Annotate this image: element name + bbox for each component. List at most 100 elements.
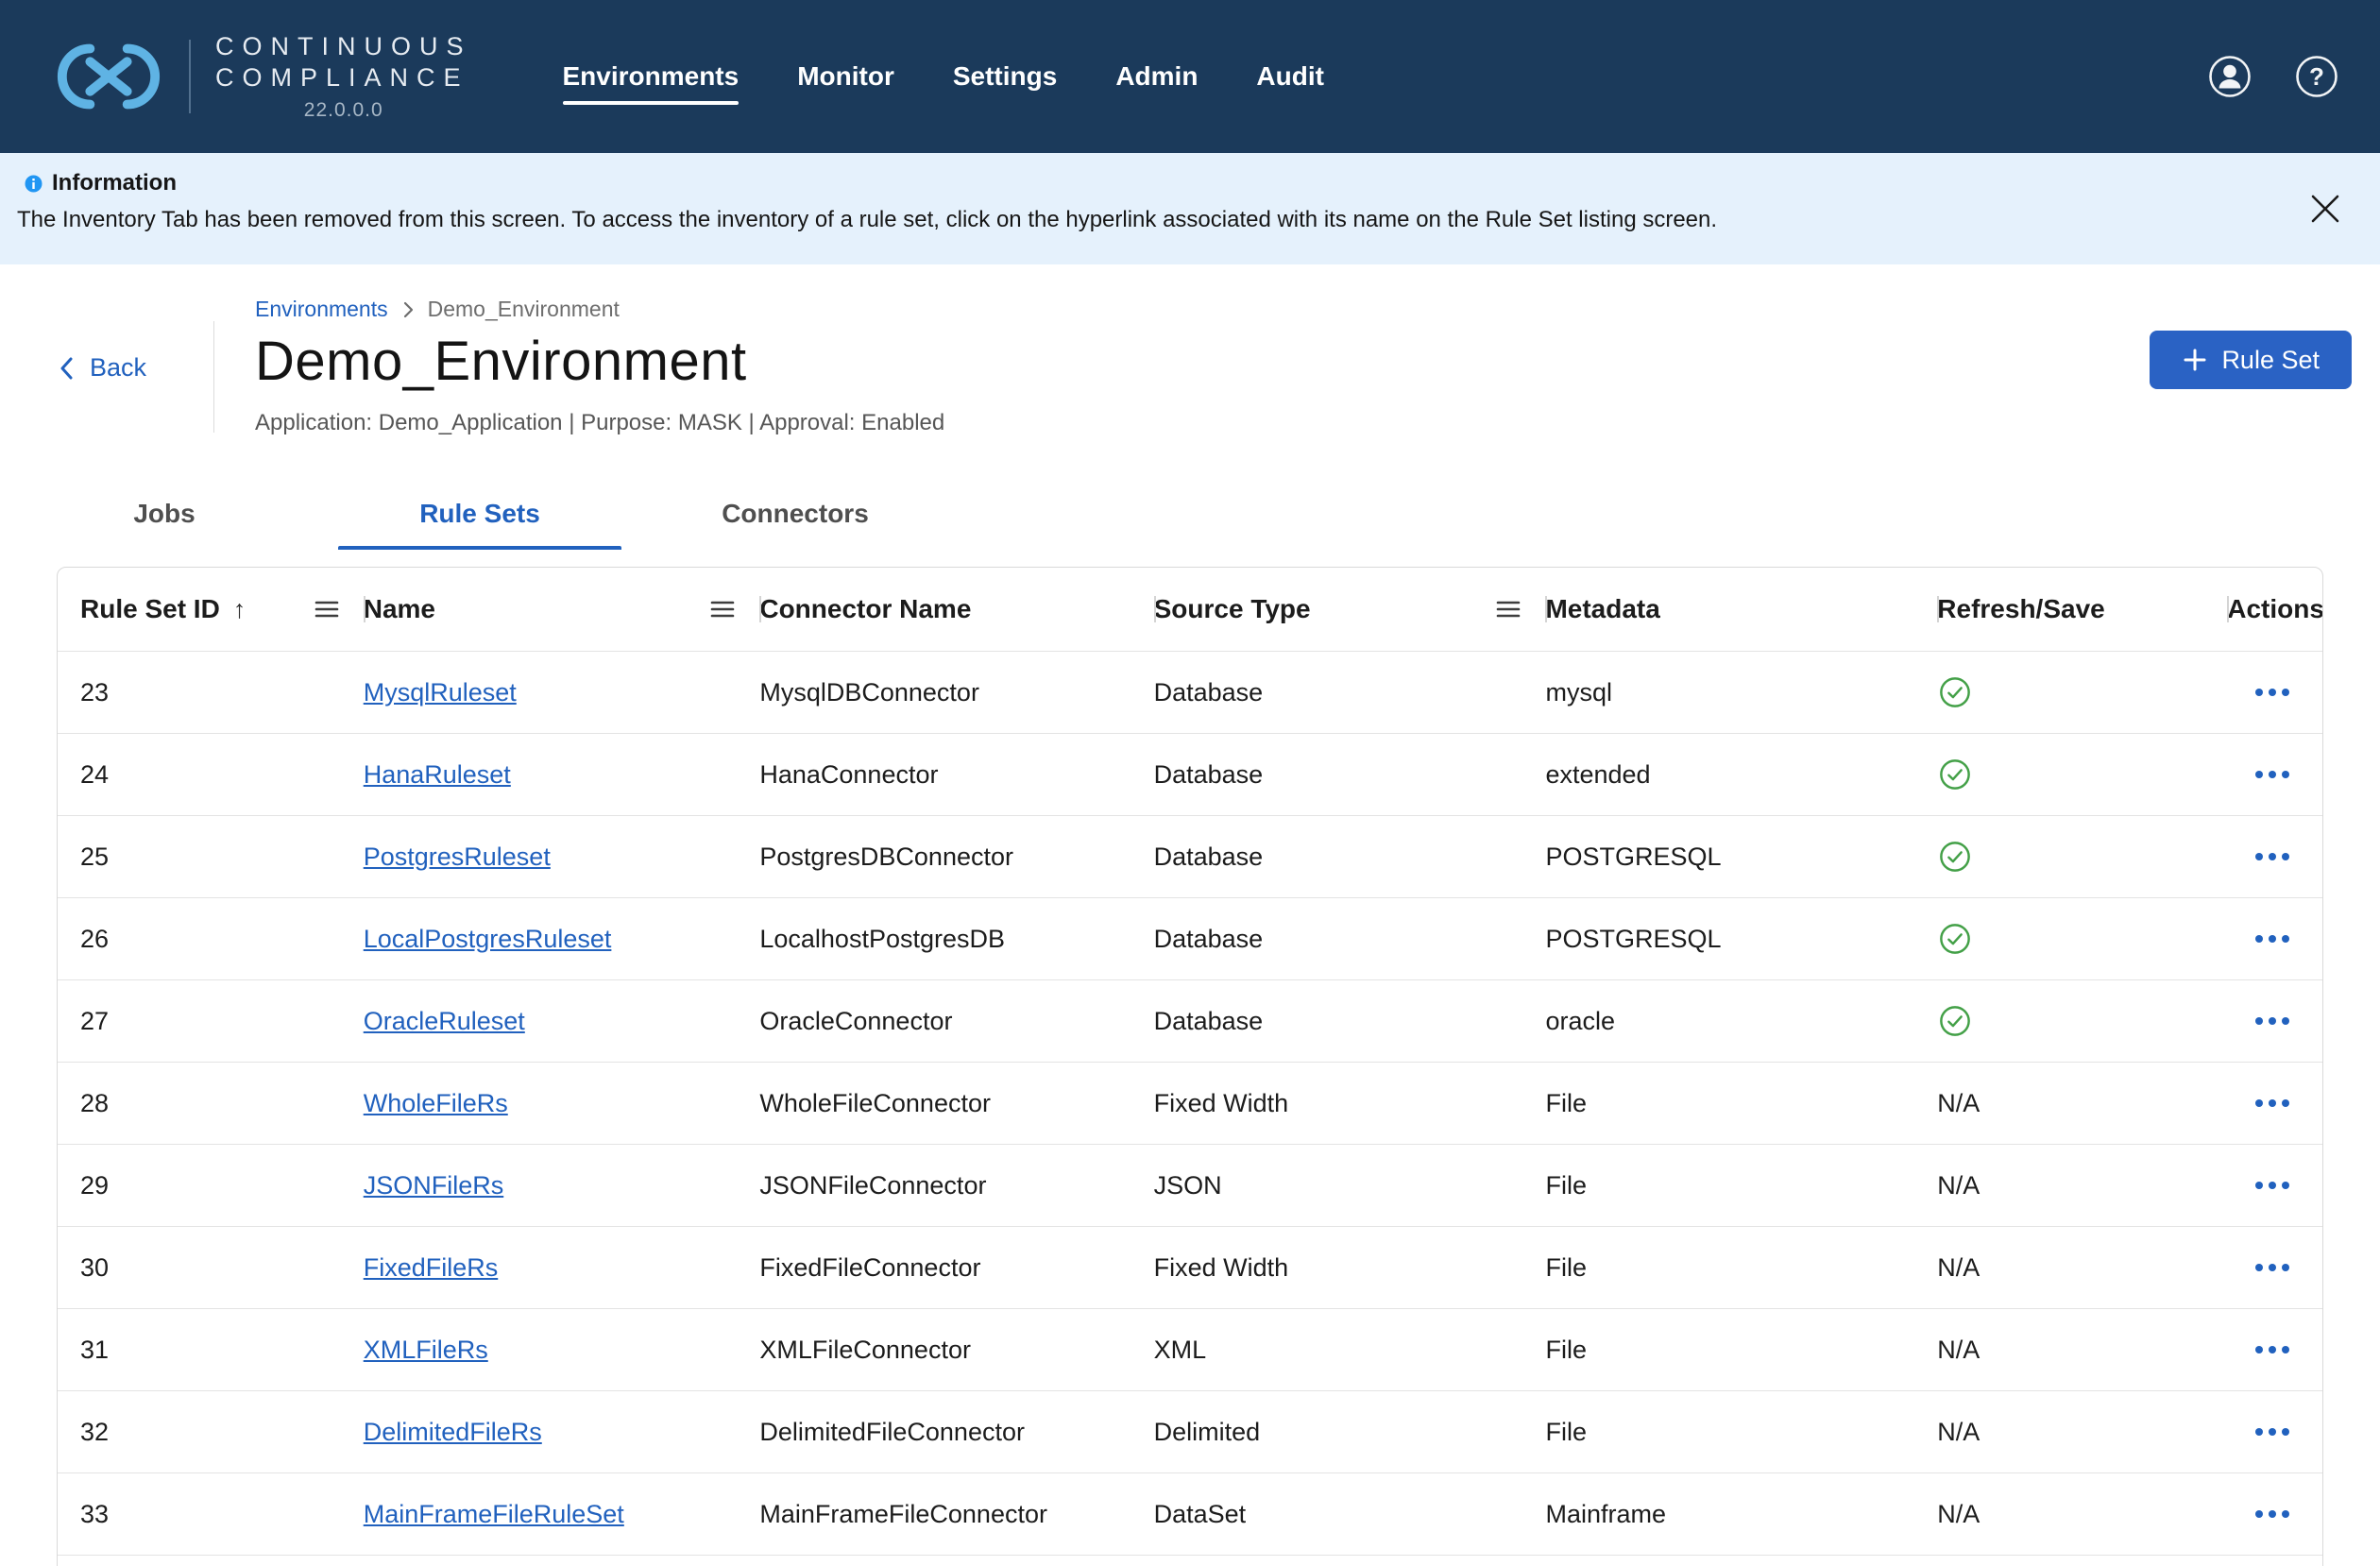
ruleset-name-link[interactable]: MysqlRuleset xyxy=(364,678,517,707)
row-actions-button[interactable] xyxy=(2246,1088,2299,1118)
page-header: Environments Demo_Environment Demo_Envir… xyxy=(0,264,2380,438)
column-label-name: Name xyxy=(364,594,435,624)
source-type-cell: Delimited xyxy=(1154,1418,1546,1447)
nav-item-admin[interactable]: Admin xyxy=(1115,61,1198,92)
ruleset-id-cell: 32 xyxy=(58,1418,364,1447)
header-divider xyxy=(213,321,214,433)
ruleset-id-cell: 26 xyxy=(58,925,364,954)
source-type-cell: DataSet xyxy=(1154,1500,1546,1529)
nav-item-settings[interactable]: Settings xyxy=(953,61,1057,92)
delphix-logo-icon[interactable] xyxy=(53,42,164,111)
main-nav: Environments Monitor Settings Admin Audi… xyxy=(563,61,1324,92)
connector-name-cell: FixedFileConnector xyxy=(759,1253,1153,1283)
ruleset-name-link[interactable]: LocalPostgresRuleset xyxy=(364,925,612,954)
column-menu-icon[interactable] xyxy=(710,600,735,619)
table-row: 33 MainFrameFileRuleSet MainFrameFileCon… xyxy=(58,1472,2322,1555)
ruleset-name-link[interactable]: FixedFileRs xyxy=(364,1253,499,1283)
ruleset-name-link[interactable]: HanaRuleset xyxy=(364,760,511,790)
nav-item-environments[interactable]: Environments xyxy=(563,61,740,92)
source-type-cell: Database xyxy=(1154,925,1546,954)
row-actions-button[interactable] xyxy=(2246,924,2299,954)
breadcrumb-environments-link[interactable]: Environments xyxy=(255,297,388,322)
rule-sets-table: Rule Set ID ↑ Name Connector Name Source… xyxy=(57,567,2323,1566)
ruleset-id-cell: 31 xyxy=(58,1336,364,1365)
table-header-row: Rule Set ID ↑ Name Connector Name Source… xyxy=(58,568,2322,651)
table-row-partial xyxy=(58,1555,2322,1566)
ruleset-id-cell: 25 xyxy=(58,843,364,872)
ruleset-name-link[interactable]: XMLFileRs xyxy=(364,1336,488,1365)
column-label-source-type: Source Type xyxy=(1154,594,1311,624)
ruleset-id-cell: 29 xyxy=(58,1171,364,1200)
refresh-save-cell: N/A xyxy=(1937,1336,2227,1365)
column-header-source-type[interactable]: Source Type xyxy=(1154,568,1546,651)
column-header-name[interactable]: Name xyxy=(364,568,760,651)
source-type-cell: Fixed Width xyxy=(1154,1253,1546,1283)
add-rule-set-label: Rule Set xyxy=(2221,346,2320,375)
brand-text: CONTINUOUS COMPLIANCE 22.0.0.0 xyxy=(215,31,472,122)
source-type-cell: XML xyxy=(1154,1336,1546,1365)
column-label-refresh-save: Refresh/Save xyxy=(1937,594,2104,624)
ruleset-name-link[interactable]: PostgresRuleset xyxy=(364,843,551,872)
back-button[interactable]: Back xyxy=(59,353,146,383)
close-icon[interactable] xyxy=(2303,186,2348,231)
connector-name-cell: WholeFileConnector xyxy=(759,1089,1153,1118)
check-circle-icon xyxy=(1939,923,1971,955)
tab-connectors[interactable]: Connectors xyxy=(654,484,937,550)
row-actions-button[interactable] xyxy=(2246,1252,2299,1283)
sort-ascending-icon[interactable]: ↑ xyxy=(233,595,246,624)
column-header-refresh-save[interactable]: Refresh/Save xyxy=(1937,568,2227,651)
brand-divider xyxy=(189,40,191,113)
ruleset-id-cell: 24 xyxy=(58,760,364,790)
connector-name-cell: MainFrameFileConnector xyxy=(759,1500,1153,1529)
column-label-actions: Actions xyxy=(2227,594,2323,624)
connector-name-cell: LocalhostPostgresDB xyxy=(759,925,1153,954)
nav-item-audit[interactable]: Audit xyxy=(1256,61,1324,92)
column-menu-icon[interactable] xyxy=(1496,600,1521,619)
column-header-actions: Actions xyxy=(2227,568,2322,651)
tab-rule-sets[interactable]: Rule Sets xyxy=(338,484,621,550)
account-icon[interactable] xyxy=(2208,55,2252,98)
ruleset-name-link[interactable]: DelimitedFileRs xyxy=(364,1418,542,1447)
row-actions-button[interactable] xyxy=(2246,1499,2299,1529)
ruleset-name-link[interactable]: WholeFileRs xyxy=(364,1089,508,1118)
tab-jobs[interactable]: Jobs xyxy=(23,484,306,550)
ruleset-name-link[interactable]: OracleRuleset xyxy=(364,1007,525,1036)
table-row: 24 HanaRuleset HanaConnector Database ex… xyxy=(58,733,2322,815)
connector-name-cell: PostgresDBConnector xyxy=(759,843,1153,872)
metadata-cell: File xyxy=(1545,1089,1937,1118)
row-actions-button[interactable] xyxy=(2246,1170,2299,1200)
page-title: Demo_Environment xyxy=(255,332,2380,393)
column-header-rule-set-id[interactable]: Rule Set ID ↑ xyxy=(58,568,364,651)
plus-icon xyxy=(2182,347,2208,373)
info-banner: Information The Inventory Tab has been r… xyxy=(0,153,2380,264)
connector-name-cell: OracleConnector xyxy=(759,1007,1153,1036)
row-actions-button[interactable] xyxy=(2246,842,2299,872)
column-menu-icon[interactable] xyxy=(314,600,339,619)
help-icon[interactable]: ? xyxy=(2295,55,2338,98)
ruleset-name-link[interactable]: MainFrameFileRuleSet xyxy=(364,1500,624,1529)
row-actions-button[interactable] xyxy=(2246,759,2299,790)
app-version: 22.0.0.0 xyxy=(215,99,472,122)
refresh-save-cell: N/A xyxy=(1937,1253,2227,1283)
metadata-cell: extended xyxy=(1545,760,1937,790)
brand-line-2: COMPLIANCE xyxy=(215,62,472,94)
metadata-cell: oracle xyxy=(1545,1007,1937,1036)
table-row: 26 LocalPostgresRuleset LocalhostPostgre… xyxy=(58,897,2322,979)
row-actions-button[interactable] xyxy=(2246,1006,2299,1036)
table-row: 31 XMLFileRs XMLFileConnector XML File N… xyxy=(58,1308,2322,1390)
column-header-metadata[interactable]: Metadata xyxy=(1545,568,1937,651)
connector-name-cell: HanaConnector xyxy=(759,760,1153,790)
check-circle-icon xyxy=(1939,676,1971,708)
brand-block: CONTINUOUS COMPLIANCE 22.0.0.0 xyxy=(53,31,472,122)
row-actions-button[interactable] xyxy=(2246,677,2299,707)
metadata-cell: Mainframe xyxy=(1545,1500,1937,1529)
column-header-connector-name[interactable]: Connector Name xyxy=(759,568,1153,651)
refresh-save-cell xyxy=(1937,758,2227,791)
row-actions-button[interactable] xyxy=(2246,1417,2299,1447)
source-type-cell: Database xyxy=(1154,760,1546,790)
breadcrumb: Environments Demo_Environment xyxy=(0,264,2380,322)
nav-item-monitor[interactable]: Monitor xyxy=(797,61,894,92)
ruleset-name-link[interactable]: JSONFileRs xyxy=(364,1171,504,1200)
row-actions-button[interactable] xyxy=(2246,1335,2299,1365)
add-rule-set-button[interactable]: Rule Set xyxy=(2150,331,2352,389)
